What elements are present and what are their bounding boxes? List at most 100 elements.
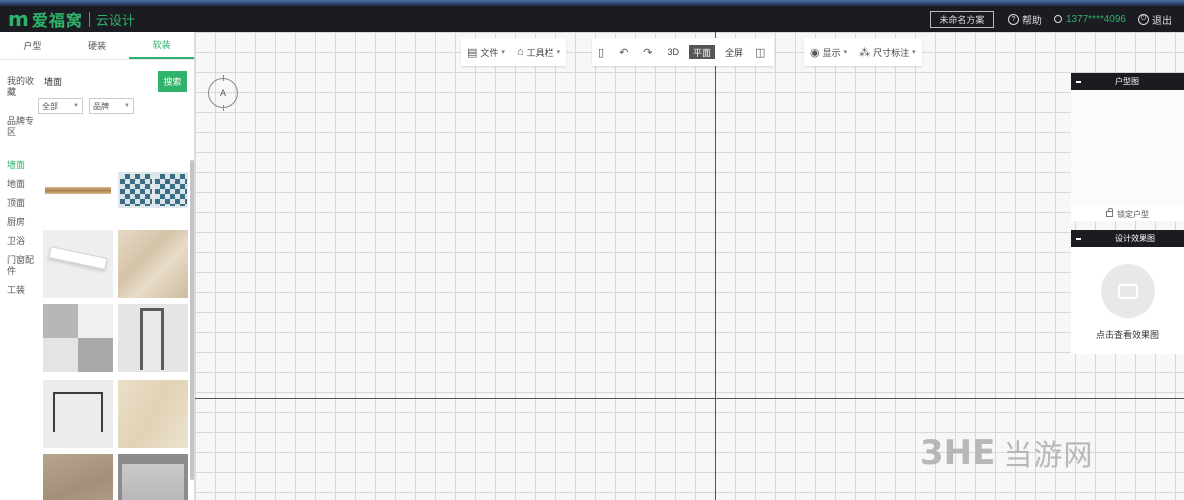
wood-trim-thumb[interactable] [43,156,113,224]
display-menu[interactable]: ◉ 显示 ▾ [804,38,853,66]
file-icon: ▤ [467,46,478,59]
screenshot-button[interactable]: ◫ [749,38,774,66]
fullscreen-button[interactable]: 全屏 [719,38,749,66]
redo-button[interactable]: ↷ [637,38,661,66]
chevron-down-icon: ▾ [912,49,916,56]
horizontal-axis [195,398,1184,399]
brand-name: 爱福窝 [31,13,83,30]
dimension-label: 尺寸标注 [873,47,910,58]
exit-label: 退出 [1152,15,1172,27]
beige-marble-thumb[interactable] [118,230,188,298]
site-watermark: 3HE 当游网 [920,432,1093,474]
camera-icon: ◫ [755,46,766,59]
gray-concrete-thumb[interactable] [118,454,188,500]
eye-icon: ◉ [810,46,820,59]
filter-all-select[interactable]: 全部 ▼ [38,98,83,114]
logo-mark: m [8,7,29,31]
render-panel-title: 设计效果图 [1115,234,1155,243]
chevron-down-icon: ▼ [73,103,79,109]
help-label: 帮助 [1021,15,1042,27]
category-bath[interactable]: 卫浴 [0,232,34,251]
filter-row: 全部 ▼ 品牌 ▼ [38,98,190,114]
tab-hard-decor[interactable]: 硬装 [65,32,130,59]
vertical-axis [715,32,716,500]
brown-texture-thumb[interactable] [43,454,113,500]
lock-floorplan-label: 锁定户型 [1117,209,1149,219]
category-ceiling[interactable]: 顶面 [0,194,34,213]
collapse-icon[interactable] [1076,80,1081,83]
logo-divider [88,11,90,27]
render-panel-header: 设计效果图 [1071,230,1184,247]
lock-icon [1106,208,1113,217]
floorplan-panel: 户型图 锁定户型 [1071,73,1184,221]
cream-stone-thumb[interactable] [118,380,188,448]
floorplan-panel-header: 户型图 [1071,73,1184,90]
render-panel: 设计效果图 点击查看效果图 [1071,230,1184,354]
filter-all-value: 全部 [42,101,58,111]
chevron-down-icon: ▾ [501,49,505,56]
watermark-cn: 当游网 [1003,438,1094,472]
exit-button[interactable]: ⏻ 退出 [1138,12,1172,27]
tab-soft-decor[interactable]: 软装 [129,32,194,59]
brand-logo[interactable]: m 爱福窝 云设计 [0,6,135,32]
gray-tile-thumb[interactable] [43,304,113,372]
tools-label: 工具栏 [526,47,554,58]
floorplan-panel-title: 户型图 [1115,77,1139,86]
collapse-icon[interactable] [1076,237,1081,240]
catalog-content: 搜索 全部 ▼ 品牌 ▼ [38,68,190,114]
compass-icon[interactable]: A [208,75,238,111]
category-wall[interactable]: 墙面 [0,156,34,175]
category-favorites[interactable]: 我的收藏 [0,72,34,102]
search-button[interactable]: 搜索 [158,70,187,92]
patterned-tile-thumb[interactable] [118,172,188,208]
undo-button[interactable]: ↶ [613,38,637,66]
tab-floorplan[interactable]: 户型 [0,32,65,59]
category-floor[interactable]: 地面 [0,175,34,194]
search-input[interactable] [38,71,150,91]
category-list: 我的收藏 品牌专区 墙面 地面 顶面 厨房 卫浴 门窗配件 工装 [0,72,34,300]
filter-brand-select[interactable]: 品牌 ▼ [89,98,134,114]
toolbox-icon: ⌂ [516,46,524,58]
catalog-scrollbar[interactable] [190,160,194,480]
led-strip-thumb[interactable] [43,230,113,298]
file-menu[interactable]: ▤ 文件 ▾ [461,38,511,66]
view-2d-button[interactable]: 平面 [689,45,716,59]
search-row: 搜索 [38,68,190,94]
help-button[interactable]: ? 帮助 [1007,12,1042,27]
catalog-tabs: 户型 硬装 软装 [0,32,194,60]
category-brand[interactable]: 品牌专区 [0,112,34,142]
user-account[interactable]: 1377****4096 [1053,13,1126,25]
category-workwear[interactable]: 工装 [0,281,34,300]
lock-floorplan-button[interactable]: 锁定户型 [1071,206,1184,222]
category-kitchen[interactable]: 厨房 [0,213,34,232]
category-door-window[interactable]: 门窗配件 [0,251,34,281]
redo-icon: ↷ [643,46,653,59]
view-3d-button[interactable]: 3D [662,38,686,66]
save-button[interactable]: ▯ [592,38,613,66]
toolbar-edit-group: ▯ ↶ ↷ 3D 平面 全屏 ◫ [592,38,775,66]
tools-menu[interactable]: ⌂ 工具栏 ▾ [511,38,566,66]
brand-subtitle: 云设计 [95,12,135,28]
header-actions: 未命名方案 ? 帮助 1377****4096 ⏻ 退出 [929,6,1184,32]
user-phone: 1377****4096 [1065,13,1126,25]
chevron-down-icon: ▼ [124,103,130,109]
chevron-down-icon: ▾ [843,49,848,56]
catalog-panel: 户型 硬装 软装 我的收藏 品牌专区 墙面 地面 顶面 厨房 卫浴 门窗配件 工… [0,32,195,500]
display-label: 显示 [822,47,841,58]
plan-name-field[interactable]: 未命名方案 [929,10,994,28]
render-photo-button[interactable] [1100,264,1155,318]
design-canvas[interactable]: A [195,32,1184,500]
user-icon [1053,15,1062,23]
ruler-icon: ⁂ [859,46,871,59]
top-bar: m 爱福窝 云设计 未命名方案 ? 帮助 1377****4096 ⏻ 退出 [0,6,1184,32]
save-icon: ▯ [598,46,605,59]
floorplan-preview [1071,90,1184,206]
filter-brand-value: 品牌 [93,101,109,111]
dimension-menu[interactable]: ⁂ 尺寸标注 ▾ [853,38,922,66]
toolbar-view-group: ◉ 显示 ▾ ⁂ 尺寸标注 ▾ [804,38,922,66]
door-frame-thumb[interactable] [118,304,188,372]
arch-frame-thumb[interactable] [43,380,113,448]
file-label: 文件 [480,47,499,58]
render-photo-label[interactable]: 点击查看效果图 [1071,328,1184,341]
help-icon: ? [1007,13,1019,25]
